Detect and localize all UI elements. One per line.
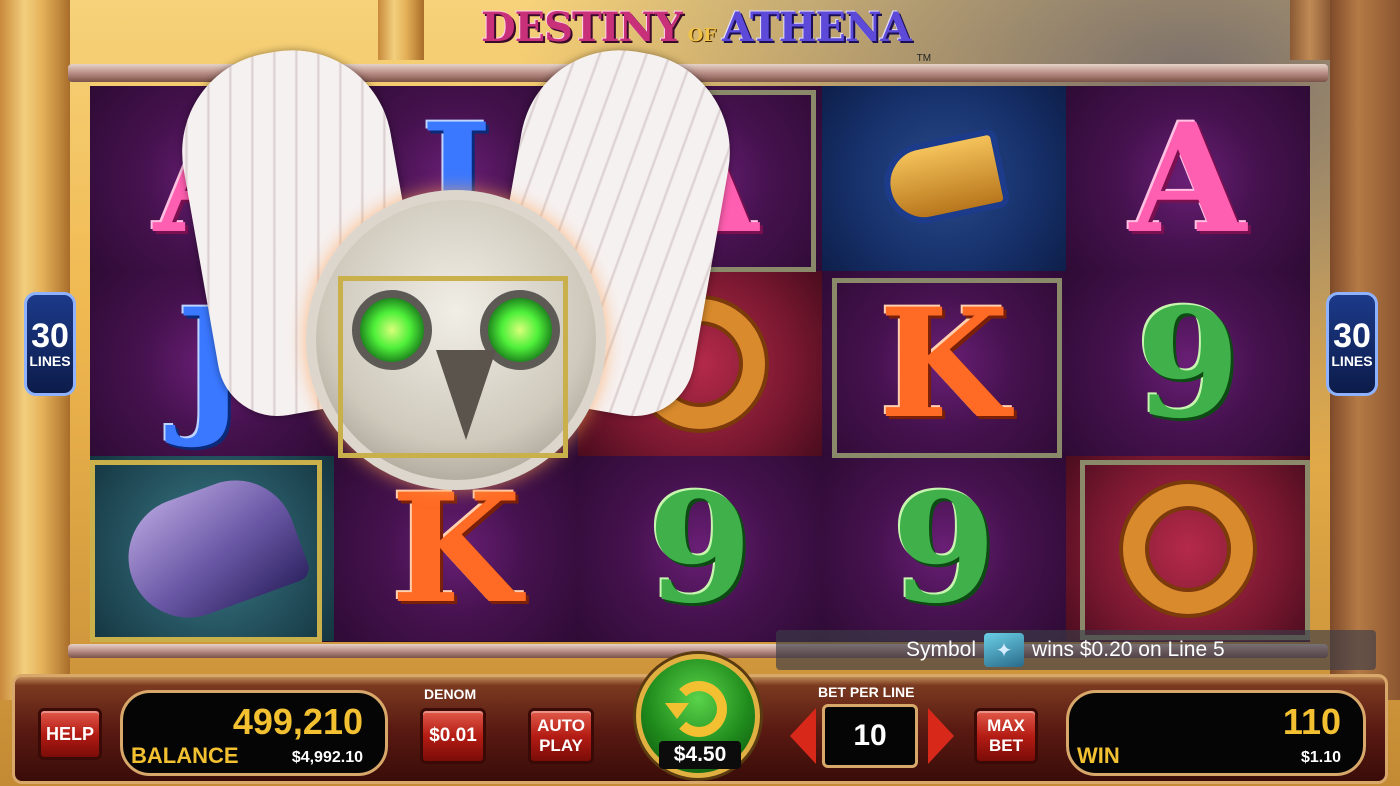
win-message-suffix: wins $0.20 on Line 5 [1032, 638, 1225, 661]
spin-arrowhead-icon [665, 703, 689, 719]
bet-per-line-caption: BET PER LINE [818, 684, 915, 700]
bet-per-line-value: 10 [822, 704, 918, 768]
auto-play-line1: AUTO [537, 716, 585, 736]
lines-label: LINES [29, 353, 71, 369]
denom-caption: DENOM [424, 686, 477, 702]
spin-button[interactable]: $4.50 [636, 654, 760, 778]
owl-face [306, 190, 606, 490]
horn-icon [876, 126, 1012, 231]
balance-credits: 499,210 [232, 701, 363, 742]
logo-word-athena: ATHENA [722, 4, 911, 51]
total-bet: $4.50 [659, 741, 741, 769]
symbol-k: K [878, 275, 1010, 452]
reel-cell: K [822, 271, 1066, 456]
owl-beak [436, 350, 496, 440]
win-amount: $1.10 [1300, 749, 1341, 766]
column-back-right [1290, 0, 1330, 60]
win-credits: 110 [1282, 701, 1341, 742]
denom-button[interactable]: $0.01 [420, 708, 486, 764]
help-label: HELP [45, 723, 94, 744]
snake-ring-icon [1123, 483, 1253, 614]
max-bet-button[interactable]: MAX BET [974, 708, 1038, 764]
lines-label: LINES [1331, 353, 1373, 369]
bet-decrease-button[interactable] [790, 708, 816, 764]
reel-cell: 9 [822, 456, 1066, 641]
help-button[interactable]: HELP [38, 708, 102, 760]
max-bet-line1: MAX [987, 716, 1025, 736]
reel-cell [822, 86, 1066, 271]
winged-helmet-icon: ✦ [984, 633, 1025, 667]
win-message: Symbol ✦ wins $0.20 on Line 5 [776, 630, 1376, 670]
reel-cell: 9 [1066, 271, 1310, 456]
win-message-prefix: Symbol [906, 638, 977, 661]
max-bet-line2: BET [989, 736, 1023, 755]
logo-word-of: OF [687, 25, 717, 46]
denom-value: $0.01 [429, 725, 477, 746]
auto-play-line2: PLAY [539, 736, 583, 755]
auto-play-button[interactable]: AUTO PLAY [528, 708, 594, 764]
symbol-a: A [1129, 90, 1247, 267]
lines-count: 30 [31, 317, 69, 355]
symbol-9: 9 [1135, 275, 1241, 452]
win-display: 110 WIN $1.10 [1066, 690, 1366, 776]
bet-increase-button[interactable] [928, 708, 954, 764]
lines-badge-left: 30 LINES [24, 292, 76, 396]
logo-word-destiny: DESTINY [480, 4, 683, 51]
logo-trademark: TM [916, 53, 932, 64]
balance-amount: $4,992.10 [291, 749, 363, 766]
lines-count: 30 [1333, 317, 1371, 355]
reel-cell: A [1066, 86, 1310, 271]
owl-wild-icon [166, 34, 746, 520]
owl-eye-left [352, 290, 432, 370]
lines-badge-right: 30 LINES [1326, 292, 1378, 396]
reel-cell [1066, 456, 1310, 641]
symbol-9: 9 [891, 460, 997, 637]
balance-display: 499,210 BALANCE $4,992.10 [120, 690, 388, 776]
balance-label: BALANCE [131, 743, 239, 768]
win-label: WIN [1077, 743, 1120, 768]
